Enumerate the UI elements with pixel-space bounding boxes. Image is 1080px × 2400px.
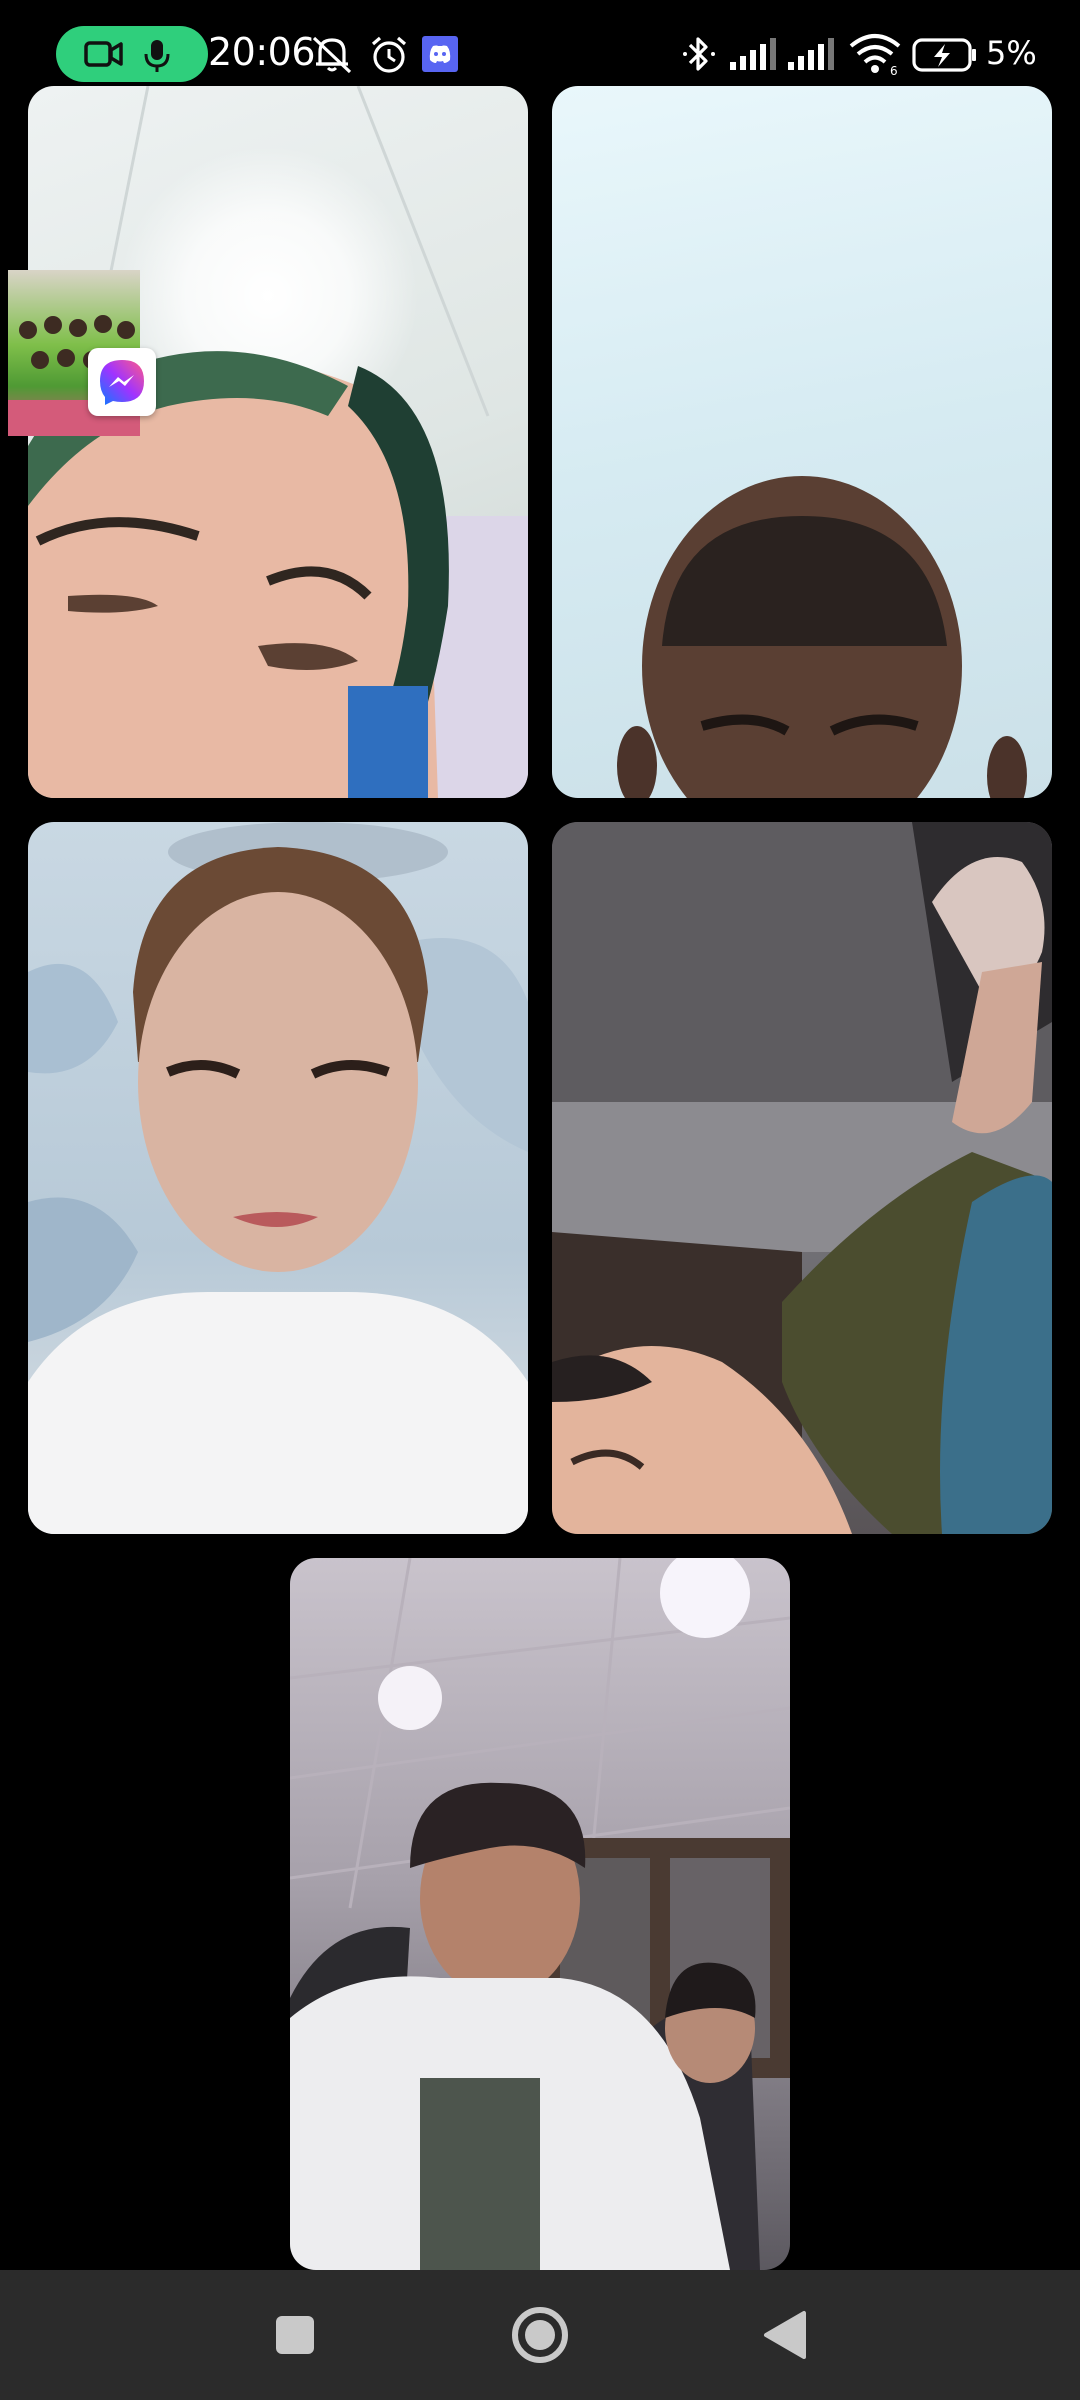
participant-video-2 bbox=[617, 476, 1027, 798]
bluetooth-icon bbox=[683, 37, 715, 71]
participant-video-1 bbox=[28, 86, 528, 798]
video-call-icon bbox=[84, 41, 123, 67]
status-time: 20:06 bbox=[208, 30, 316, 74]
signal-icon-2 bbox=[788, 38, 834, 70]
participant-video-4 bbox=[552, 822, 1052, 1534]
wifi-icon: 6 bbox=[849, 34, 901, 76]
participant-video-tile-3[interactable] bbox=[28, 822, 528, 1534]
back-button[interactable] bbox=[750, 2300, 820, 2370]
discord-icon bbox=[422, 36, 458, 72]
silent-bell-icon bbox=[312, 36, 352, 74]
wifi-badge: 6 bbox=[890, 64, 898, 76]
battery-percent: 5% bbox=[986, 34, 1037, 72]
status-bar: 20:06 6 5% bbox=[0, 0, 1080, 84]
participant-video-5 bbox=[290, 1558, 790, 2270]
signal-icon bbox=[730, 38, 776, 70]
circle-icon bbox=[512, 2307, 568, 2363]
recents-button[interactable] bbox=[260, 2300, 330, 2370]
messenger-icon bbox=[100, 360, 144, 405]
back-triangle-icon bbox=[764, 2311, 806, 2359]
ongoing-call-pill[interactable] bbox=[56, 26, 208, 82]
participant-video-tile-4[interactable] bbox=[552, 822, 1052, 1534]
square-icon bbox=[276, 2316, 314, 2354]
participant-video-3 bbox=[28, 822, 528, 1534]
home-button[interactable] bbox=[505, 2300, 575, 2370]
messenger-chat-head[interactable] bbox=[88, 348, 156, 416]
participant-video-tile-2[interactable] bbox=[552, 86, 1052, 798]
microphone-icon bbox=[144, 40, 170, 72]
navigation-bar bbox=[0, 2270, 1080, 2400]
participant-video-tile-5[interactable] bbox=[290, 1558, 790, 2270]
participant-video-tile-1[interactable] bbox=[28, 86, 528, 798]
alarm-icon bbox=[371, 36, 407, 73]
video-call-screen: 20:06 6 5% bbox=[0, 0, 1080, 2400]
battery-charging-icon bbox=[912, 38, 976, 72]
